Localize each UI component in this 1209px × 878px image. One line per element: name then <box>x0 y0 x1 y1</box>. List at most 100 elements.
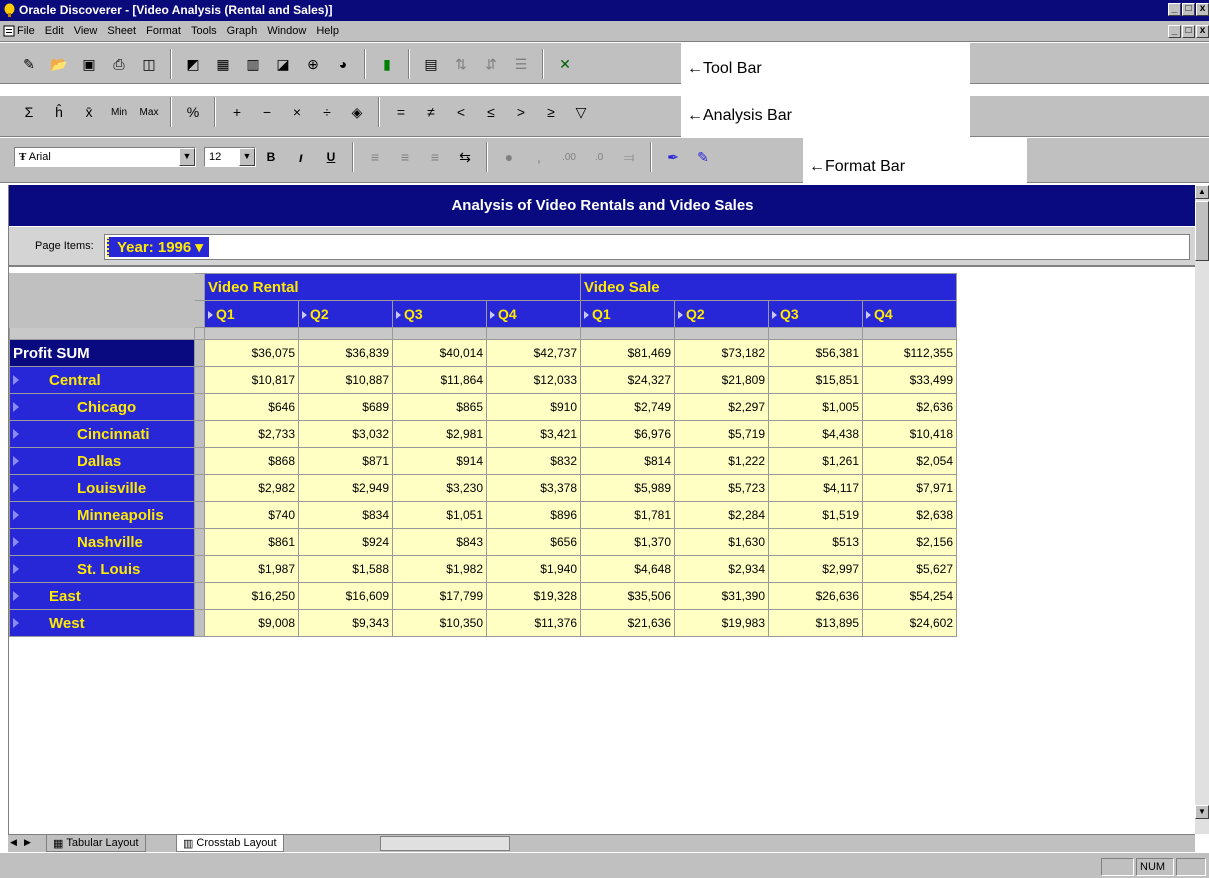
table-cell[interactable]: $36,839 <box>298 339 393 367</box>
expand-arrow-icon[interactable] <box>302 311 307 319</box>
table-cell[interactable]: $1,519 <box>768 501 863 529</box>
heading-color-icon[interactable]: ✒ <box>662 145 684 169</box>
print-icon[interactable]: ⎙ <box>108 52 130 76</box>
minus-button[interactable]: − <box>256 100 278 124</box>
doc-minimize-button[interactable]: _ <box>1168 25 1181 38</box>
year-page-item-dropdown[interactable]: Year: 1996 ▾ <box>107 237 209 257</box>
font-dropdown-arrow[interactable]: ▼ <box>179 148 195 166</box>
table-cell[interactable]: $6,976 <box>580 420 675 448</box>
table-cell[interactable]: $21,636 <box>580 609 675 637</box>
not-equals-button[interactable]: ≠ <box>420 100 442 124</box>
table-cell[interactable]: $16,250 <box>204 582 299 610</box>
table-cell[interactable]: $15,851 <box>768 366 863 394</box>
drill-icon[interactable]: ⊕ <box>302 52 324 76</box>
expand-arrow-icon[interactable] <box>866 311 871 319</box>
greater-than-button[interactable]: > <box>510 100 532 124</box>
table-cell[interactable]: $1,222 <box>674 447 769 475</box>
table-cell[interactable]: $10,350 <box>392 609 487 637</box>
align-center-icon[interactable]: ≡ <box>394 145 416 169</box>
table-cell[interactable]: $3,230 <box>392 474 487 502</box>
table-cell[interactable]: $656 <box>486 528 581 556</box>
crosstab-icon[interactable]: ▥ <box>242 52 264 76</box>
table-cell[interactable]: $689 <box>298 393 393 421</box>
fill-color-icon[interactable]: ✎ <box>692 145 714 169</box>
column-handle[interactable] <box>194 300 205 328</box>
menu-sheet[interactable]: Sheet <box>107 25 136 37</box>
expand-arrow-icon[interactable] <box>13 402 19 413</box>
row-header[interactable]: Minneapolis <box>9 501 195 529</box>
table-cell[interactable]: $5,989 <box>580 474 675 502</box>
table-cell[interactable]: $56,381 <box>768 339 863 367</box>
row-handle[interactable] <box>194 339 205 367</box>
table-cell[interactable]: $1,982 <box>392 555 487 583</box>
table-cell[interactable]: $21,809 <box>674 366 769 394</box>
minimize-button[interactable]: _ <box>1168 3 1181 16</box>
expand-arrow-icon[interactable] <box>208 311 213 319</box>
row-handle[interactable] <box>194 501 205 529</box>
table-cell[interactable]: $910 <box>486 393 581 421</box>
calculation-icon[interactable]: ◈ <box>346 100 368 124</box>
row-handle[interactable] <box>194 474 205 502</box>
menu-file[interactable]: File <box>17 25 35 37</box>
table-cell[interactable]: $13,895 <box>768 609 863 637</box>
table-cell[interactable]: $9,343 <box>298 609 393 637</box>
quarter-header[interactable]: Q2 <box>298 300 393 328</box>
greater-equal-button[interactable]: ≥ <box>540 100 562 124</box>
table-cell[interactable]: $4,438 <box>768 420 863 448</box>
percent-button[interactable]: % <box>182 100 204 124</box>
scroll-down-arrow[interactable]: ▼ <box>1195 805 1209 819</box>
edit-sheet-icon[interactable]: ◩ <box>182 52 204 76</box>
table-cell[interactable]: $1,987 <box>204 555 299 583</box>
excel-export-icon[interactable]: ✕ <box>554 52 576 76</box>
quarter-header[interactable]: Q4 <box>862 300 957 328</box>
table-cell[interactable]: $2,284 <box>674 501 769 529</box>
equals-button[interactable]: = <box>390 100 412 124</box>
column-handle[interactable] <box>194 273 205 301</box>
table-cell[interactable]: $33,499 <box>862 366 957 394</box>
column-group-header[interactable]: Video Sale <box>580 273 957 301</box>
outline-icon[interactable]: ☰ <box>510 52 532 76</box>
sheet-title[interactable]: Analysis of Video Rentals and Video Sale… <box>9 185 1196 227</box>
bold-button[interactable]: B <box>260 145 282 169</box>
table-cell[interactable]: $646 <box>204 393 299 421</box>
table-cell[interactable]: $924 <box>298 528 393 556</box>
table-cell[interactable]: $54,254 <box>862 582 957 610</box>
document-icon[interactable] <box>3 25 15 37</box>
row-handle[interactable] <box>194 447 205 475</box>
row-handle[interactable] <box>194 393 205 421</box>
table-cell[interactable]: $861 <box>204 528 299 556</box>
table-cell[interactable]: $868 <box>204 447 299 475</box>
row-header[interactable]: St. Louis <box>9 555 195 583</box>
row-header[interactable]: West <box>9 609 195 637</box>
row-handle[interactable] <box>194 366 205 394</box>
menu-tools[interactable]: Tools <box>191 25 217 37</box>
table-cell[interactable]: $19,983 <box>674 609 769 637</box>
row-header[interactable]: Louisville <box>9 474 195 502</box>
table-cell[interactable]: $4,648 <box>580 555 675 583</box>
table-cell[interactable]: $24,602 <box>862 609 957 637</box>
expand-arrow-icon[interactable] <box>13 429 19 440</box>
align-right-icon[interactable]: ≡ <box>424 145 446 169</box>
quarter-header[interactable]: Q1 <box>580 300 675 328</box>
table-cell[interactable]: $3,421 <box>486 420 581 448</box>
underline-button[interactable]: U <box>320 145 342 169</box>
table-cell[interactable]: $1,005 <box>768 393 863 421</box>
menu-window[interactable]: Window <box>267 25 306 37</box>
row-header[interactable]: Central <box>9 366 195 394</box>
table-cell[interactable]: $42,737 <box>486 339 581 367</box>
table-cell[interactable]: $16,609 <box>298 582 393 610</box>
column-group-header[interactable]: Video Rental <box>204 273 581 301</box>
row-header[interactable]: Profit SUM <box>9 339 195 367</box>
table-cell[interactable]: $31,390 <box>674 582 769 610</box>
table-cell[interactable]: $81,469 <box>580 339 675 367</box>
table-cell[interactable]: $2,054 <box>862 447 957 475</box>
table-cell[interactable]: $1,588 <box>298 555 393 583</box>
table-cell[interactable]: $2,997 <box>768 555 863 583</box>
table-cell[interactable]: $24,327 <box>580 366 675 394</box>
table-cell[interactable]: $2,949 <box>298 474 393 502</box>
row-header[interactable]: East <box>9 582 195 610</box>
table-cell[interactable]: $11,864 <box>392 366 487 394</box>
tab-tabular-layout[interactable]: ▦ Tabular Layout <box>46 835 146 852</box>
size-dropdown-arrow[interactable]: ▼ <box>239 148 255 166</box>
menu-help[interactable]: Help <box>316 25 339 37</box>
